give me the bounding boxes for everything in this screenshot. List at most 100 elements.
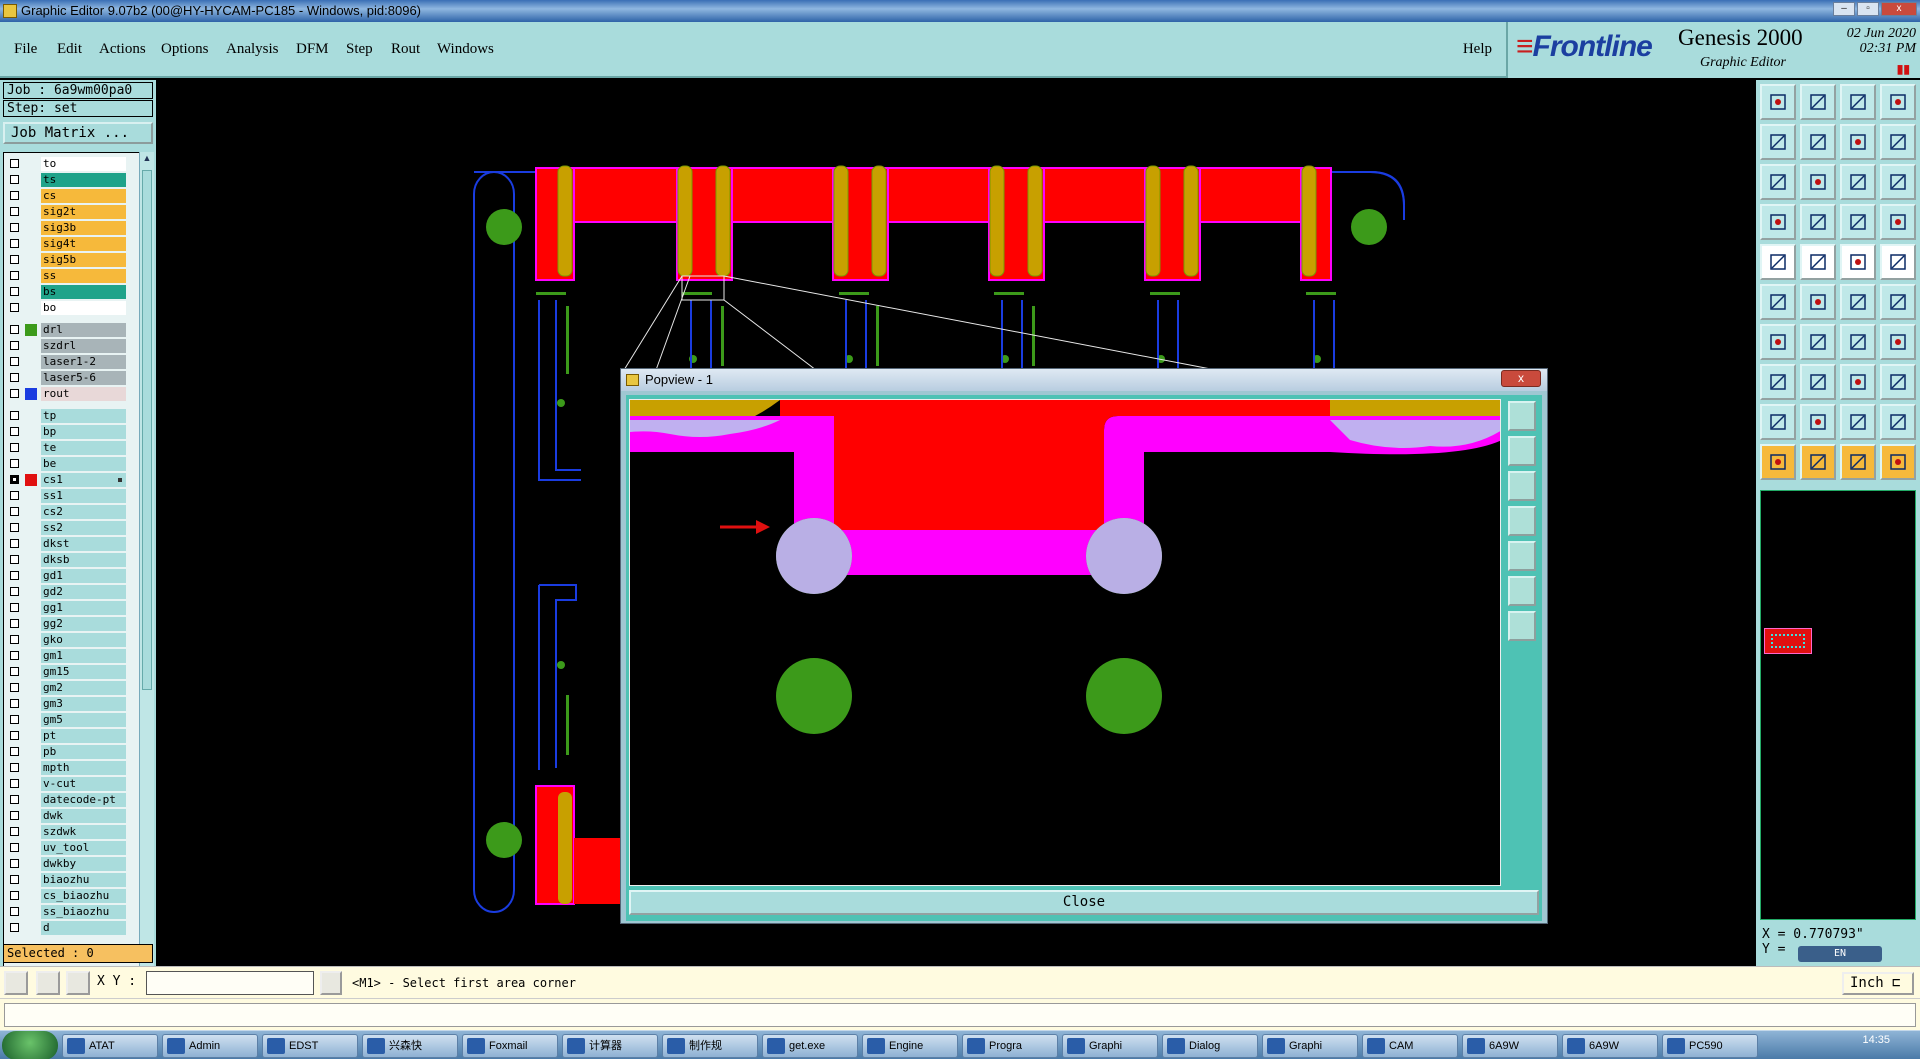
layer-name[interactable]: gm1: [41, 649, 126, 663]
layer-name[interactable]: v-cut: [41, 777, 126, 791]
layer-name[interactable]: biaozhu: [41, 873, 126, 887]
layer-checkbox[interactable]: [10, 239, 19, 248]
layer-checkbox[interactable]: [10, 325, 19, 334]
layer-row[interactable]: to: [4, 157, 126, 171]
layer-color-swatch[interactable]: [25, 206, 37, 218]
popview-zoom-home-icon[interactable]: [1508, 611, 1536, 641]
line-icon[interactable]: [1760, 324, 1796, 360]
layer-row[interactable]: biaozhu: [4, 873, 126, 887]
layer-color-swatch[interactable]: [25, 324, 37, 336]
job-matrix-button[interactable]: Job Matrix ...: [3, 122, 153, 144]
ime-indicator[interactable]: EN: [1798, 946, 1882, 962]
taskbar-item[interactable]: Graphi: [1062, 1034, 1158, 1058]
open-job-icon[interactable]: [1760, 84, 1796, 120]
layer-name[interactable]: sig3b: [41, 221, 126, 235]
layer-name[interactable]: dwk: [41, 809, 126, 823]
help-icon[interactable]: [1880, 164, 1916, 200]
menu-file[interactable]: File: [14, 41, 37, 58]
layer-name[interactable]: cs_biaozhu: [41, 889, 126, 903]
layer-color-swatch[interactable]: [25, 922, 37, 934]
layer-color-swatch[interactable]: [25, 458, 37, 470]
split-icon[interactable]: [1880, 124, 1916, 160]
layer-checkbox[interactable]: [10, 587, 19, 596]
layer-row[interactable]: cs2: [4, 505, 126, 519]
layer-color-swatch[interactable]: [25, 222, 37, 234]
layer-row[interactable]: sig5b: [4, 253, 126, 267]
layer-color-swatch[interactable]: [25, 778, 37, 790]
layer-checkbox[interactable]: [10, 651, 19, 660]
layer-name[interactable]: gm2: [41, 681, 126, 695]
close-window-button[interactable]: x: [1881, 2, 1917, 16]
layer-row[interactable]: bp: [4, 425, 126, 439]
ruler-icon[interactable]: [1840, 244, 1876, 280]
layer-row[interactable]: cs_biaozhu: [4, 889, 126, 903]
layer-checkbox[interactable]: [10, 255, 19, 264]
menu-actions[interactable]: Actions: [99, 41, 146, 58]
layer-color-swatch[interactable]: [25, 538, 37, 550]
layer-row[interactable]: ts: [4, 173, 126, 187]
layer-row[interactable]: dkst: [4, 537, 126, 551]
angle-icon[interactable]: [36, 971, 60, 995]
connect-icon[interactable]: [1760, 284, 1796, 320]
popview-zoom-in-icon[interactable]: [1508, 401, 1536, 431]
layer-row[interactable]: szdrl: [4, 339, 126, 353]
layer-row[interactable]: gd1: [4, 569, 126, 583]
layer-checkbox[interactable]: [10, 491, 19, 500]
layer-row[interactable]: uv_tool: [4, 841, 126, 855]
layer-checkbox[interactable]: [10, 357, 19, 366]
layer-checkbox[interactable]: [10, 191, 19, 200]
layer-name[interactable]: sig5b: [41, 253, 126, 267]
unit-select[interactable]: Inch ⊏: [1842, 972, 1914, 995]
taskbar-item[interactable]: Admin: [162, 1034, 258, 1058]
layer-row[interactable]: gm5: [4, 713, 126, 727]
taskbar-item[interactable]: ATAT: [62, 1034, 158, 1058]
layer-color-swatch[interactable]: [25, 682, 37, 694]
layer-name[interactable]: ss2: [41, 521, 126, 535]
popview-pan-up-icon[interactable]: [1508, 471, 1536, 501]
taskbar-item[interactable]: Dialog: [1162, 1034, 1258, 1058]
menu-dfm[interactable]: DFM: [296, 41, 329, 58]
snapshot-icon[interactable]: [1760, 244, 1796, 280]
layer-row[interactable]: laser1-2: [4, 355, 126, 369]
taskbar-item[interactable]: Foxmail: [462, 1034, 558, 1058]
layer-row[interactable]: cs1: [4, 473, 126, 487]
layer-checkbox[interactable]: [10, 207, 19, 216]
feature-icon[interactable]: [1760, 364, 1796, 400]
layer-name[interactable]: d: [41, 921, 126, 935]
minimize-button[interactable]: –: [1833, 2, 1855, 16]
layer-checkbox[interactable]: [10, 699, 19, 708]
layer-row[interactable]: mpth: [4, 761, 126, 775]
layer-checkbox[interactable]: [10, 763, 19, 772]
taskbar-item[interactable]: 计算器: [562, 1034, 658, 1058]
layer-checkbox[interactable]: [10, 459, 19, 468]
layer-checkbox[interactable]: [10, 303, 19, 312]
start-button[interactable]: [2, 1031, 58, 1059]
layer-color-swatch[interactable]: [25, 890, 37, 902]
layer-row[interactable]: pt: [4, 729, 126, 743]
layer-checkbox[interactable]: [10, 715, 19, 724]
layer-color-swatch[interactable]: [25, 874, 37, 886]
scroll-thumb[interactable]: [142, 170, 152, 690]
text-icon[interactable]: [1880, 324, 1916, 360]
layer-checkbox[interactable]: [10, 683, 19, 692]
layer-row[interactable]: d: [4, 921, 126, 935]
tool-icon[interactable]: [1760, 204, 1796, 240]
layer-row[interactable]: tp: [4, 409, 126, 423]
taskbar-item[interactable]: Graphi: [1262, 1034, 1358, 1058]
layer-name[interactable]: gd2: [41, 585, 126, 599]
pause-icon[interactable]: ▮▮: [1897, 62, 1910, 76]
grid-icon[interactable]: [66, 971, 90, 995]
layer-color-swatch[interactable]: [25, 490, 37, 502]
layer-color-swatch[interactable]: [25, 410, 37, 422]
layer-color-swatch[interactable]: [25, 906, 37, 918]
layer-name[interactable]: cs1: [41, 473, 126, 487]
node-icon[interactable]: [1840, 284, 1876, 320]
layer-name[interactable]: ss: [41, 269, 126, 283]
layer-name[interactable]: sig4t: [41, 237, 126, 251]
layer-checkbox[interactable]: [10, 287, 19, 296]
draw-a-icon[interactable]: [1800, 404, 1836, 440]
layer-row[interactable]: gko: [4, 633, 126, 647]
layer-color-swatch[interactable]: [25, 442, 37, 454]
layer-checkbox[interactable]: [10, 389, 19, 398]
layer-row[interactable]: gd2: [4, 585, 126, 599]
